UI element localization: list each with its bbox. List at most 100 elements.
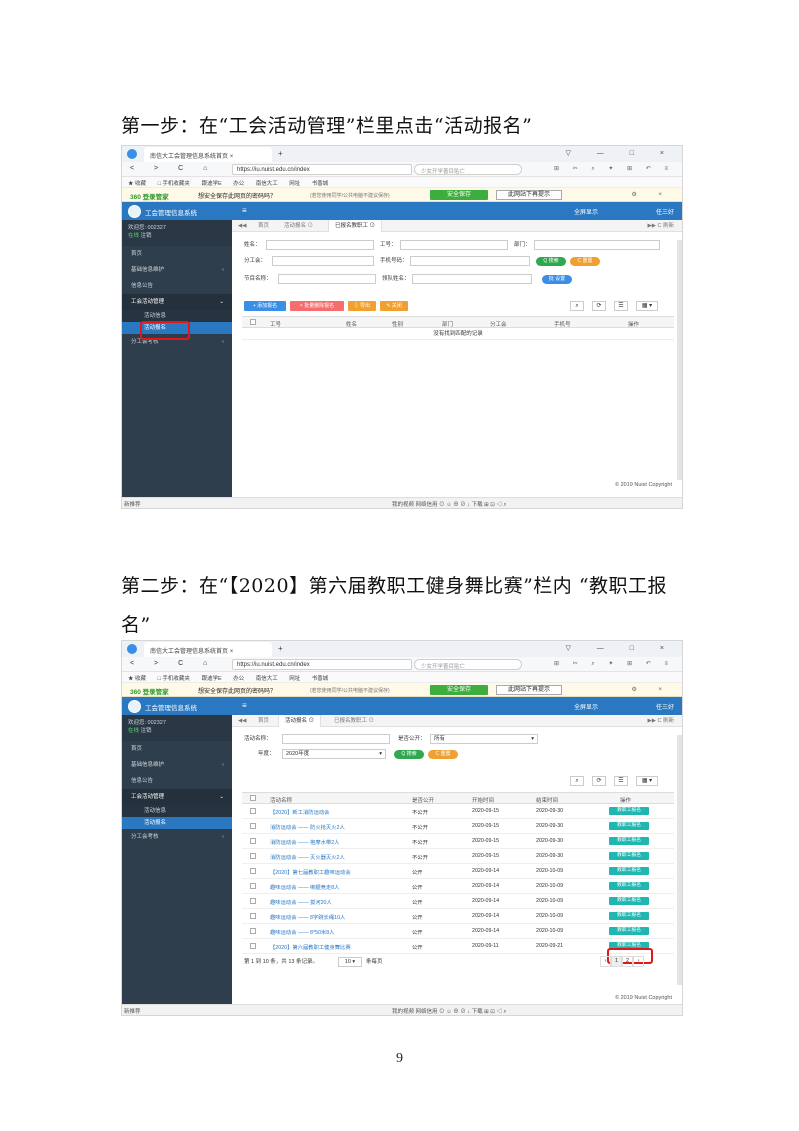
bookmark-item[interactable]: 网址: [289, 181, 300, 187]
new-tab-icon[interactable]: +: [278, 644, 283, 653]
url-input[interactable]: https://iu.nuist.edu.cn/index: [232, 164, 412, 175]
search-box[interactable]: 少女开学善目贴亡: [414, 659, 522, 670]
refresh-icon[interactable]: ⟳: [592, 301, 606, 311]
user-name[interactable]: 任三好: [656, 702, 674, 711]
activity-name[interactable]: 消防运动会 —— 防火抢灭火2人: [270, 823, 345, 831]
page-1[interactable]: 1: [611, 956, 622, 967]
sidebar-item-announcements[interactable]: 信息公告: [122, 773, 232, 789]
staff-signup-button[interactable]: 教职工报名: [609, 867, 649, 875]
add-signup-button[interactable]: + 添加报名: [244, 301, 286, 311]
bookmark-item[interactable]: 南信大工: [256, 181, 278, 187]
activity-name[interactable]: 【2020】第六届教职工健身舞比赛: [270, 943, 351, 951]
tab-registered-staff[interactable]: 已报名教职工 ⊙: [328, 715, 380, 727]
search-icon[interactable]: ⌕: [570, 776, 584, 786]
search-box[interactable]: 少女开学善目贴亡: [414, 164, 522, 175]
sidebar-item-branch-assessment[interactable]: 分工会考核 ‹: [122, 829, 232, 845]
browser-tab[interactable]: 南信大工会管理信息系统首页 ×: [144, 642, 272, 657]
activity-name[interactable]: 趣味运动会 —— 拔河20人: [270, 898, 332, 906]
close-tab-icon[interactable]: ×: [230, 649, 234, 655]
is-public-select[interactable]: 所有 ▾: [430, 734, 538, 744]
staff-signup-button[interactable]: 教职工报名: [609, 807, 649, 815]
sidebar-sub-activity-signup[interactable]: 活动报名: [122, 817, 232, 829]
pw-save-button[interactable]: 安全保存: [430, 685, 488, 695]
status-right[interactable]: 我的视频 网络信用 ⊙ ☺ ⊕ ⊘ ↓ 下载 ⊞ ⊡ ◁ ⌕: [392, 500, 506, 508]
tab-activity-signup[interactable]: 活动报名 ⊙: [278, 220, 319, 232]
row-checkbox[interactable]: [250, 928, 256, 934]
sidebar-item-basic-info[interactable]: 基础信息维护 ‹: [122, 262, 232, 278]
bookmark-item[interactable]: 书香城: [312, 181, 329, 187]
browser-tools[interactable]: ⊞ ✂ ⌕ ✦ ⊞ ↶ ≡: [554, 660, 674, 668]
browser-tab[interactable]: 南信大工会管理信息系统首页 ×: [144, 147, 272, 162]
row-checkbox[interactable]: [250, 808, 256, 814]
sidebar-item-union-activities[interactable]: 工会活动管理 ⌄: [122, 789, 232, 805]
sidebar-sub-activity-info[interactable]: 活动信息: [122, 805, 232, 817]
tab-activity-signup[interactable]: 活动报名 ⊙: [278, 715, 322, 727]
columns-icon[interactable]: ▦ ▾: [636, 776, 658, 786]
fullscreen-button[interactable]: 全屏显示: [574, 702, 598, 711]
bookmark-item[interactable]: 办公: [233, 181, 244, 187]
activity-name[interactable]: 趣味运动会 —— 8*50米8人: [270, 928, 334, 936]
window-controls[interactable]: ▽ — □ ×: [565, 644, 676, 652]
activity-name[interactable]: 消防运动会 —— 灭火器灭火2人: [270, 853, 345, 861]
staff-signup-button[interactable]: 教职工报名: [609, 897, 649, 905]
sidebar-item-home[interactable]: 首页: [122, 741, 232, 757]
bookmark-item[interactable]: 网址: [289, 676, 300, 682]
pw-never-button[interactable]: 此网站下再提示: [496, 685, 562, 695]
bookmark-item[interactable]: □ 手机收藏夹: [158, 676, 190, 682]
menu-toggle-icon[interactable]: ≡: [242, 206, 247, 215]
row-checkbox[interactable]: [250, 943, 256, 949]
search-button[interactable]: Q 搜索: [394, 750, 424, 759]
select-all-checkbox[interactable]: [250, 319, 256, 325]
batch-set-button[interactable]: 批 设置: [542, 275, 572, 284]
columns-icon[interactable]: ▦ ▾: [636, 301, 658, 311]
tabs-scroll-left[interactable]: ◀◀: [232, 715, 252, 727]
phone-input[interactable]: [410, 256, 530, 266]
activity-name[interactable]: 【2020】新工消防运动会: [270, 808, 329, 816]
fullscreen-button[interactable]: 全屏显示: [574, 207, 598, 216]
year-select[interactable]: 2020年度 ▾: [282, 749, 386, 759]
bookmark-item[interactable]: 跟迪学E: [201, 181, 221, 187]
department-input[interactable]: [534, 240, 660, 250]
reset-button[interactable]: C 重置: [428, 750, 458, 759]
url-input[interactable]: https://iu.nuist.edu.cn/index: [232, 659, 412, 670]
list-view-icon[interactable]: ☰: [614, 301, 628, 311]
leader-input[interactable]: [412, 274, 532, 284]
sidebar-item-home[interactable]: 首页: [122, 246, 232, 262]
bookmark-item[interactable]: □ 手机收藏夹: [158, 181, 190, 187]
page-size-select[interactable]: 10 ▾: [338, 957, 362, 967]
name-input[interactable]: [266, 240, 374, 250]
export-button[interactable]: ⇩ 导出: [348, 301, 376, 311]
scrollbar[interactable]: [677, 735, 682, 985]
sidebar-item-announcements[interactable]: 信息公告: [122, 278, 232, 294]
row-checkbox[interactable]: [250, 883, 256, 889]
staff-signup-button[interactable]: 教职工报名: [609, 912, 649, 920]
activity-name-input[interactable]: [282, 734, 390, 744]
bookmark-item[interactable]: 南信大工: [256, 676, 278, 682]
batch-delete-button[interactable]: × 批量删除报名: [290, 301, 344, 311]
bookmark-item[interactable]: ★ 收藏: [128, 676, 146, 682]
select-all-checkbox[interactable]: [250, 795, 256, 801]
close-button[interactable]: ✎ 关闭: [380, 301, 408, 311]
bookmark-item[interactable]: 跟迪学E: [201, 676, 221, 682]
reset-button[interactable]: C 重置: [570, 257, 600, 266]
activity-name[interactable]: 消防运动会 —— 抱摩水带2人: [270, 838, 339, 846]
search-icon[interactable]: ⌕: [570, 301, 584, 311]
row-checkbox[interactable]: [250, 838, 256, 844]
browser-tools[interactable]: ⊞ ✂ ⌕ ✦ ⊞ ↶ ≡: [554, 165, 674, 173]
window-controls[interactable]: ▽ — □ ×: [565, 149, 676, 157]
tab-home[interactable]: 首页: [252, 715, 275, 727]
refresh-icon[interactable]: ⟳: [592, 776, 606, 786]
pw-close-icon[interactable]: ⚙ ×: [631, 686, 672, 693]
sidebar-item-basic-info[interactable]: 基础信息维护 ‹: [122, 757, 232, 773]
user-name[interactable]: 任三好: [656, 207, 674, 216]
logout-link[interactable]: 注销: [141, 728, 152, 734]
activity-name[interactable]: 趣味运动会 —— 绑腿竞走8人: [270, 883, 339, 891]
tabs-refresh[interactable]: ▶▶ C 刷新: [648, 715, 675, 727]
page-2[interactable]: 2: [622, 956, 633, 967]
row-checkbox[interactable]: [250, 868, 256, 874]
scrollbar[interactable]: [677, 240, 682, 480]
sidebar-item-union-activities[interactable]: 工会活动管理 ⌄: [122, 294, 232, 310]
staff-signup-button[interactable]: 教职工报名: [609, 822, 649, 830]
program-input[interactable]: [278, 274, 376, 284]
staff-signup-button[interactable]: 教职工报名: [609, 852, 649, 860]
